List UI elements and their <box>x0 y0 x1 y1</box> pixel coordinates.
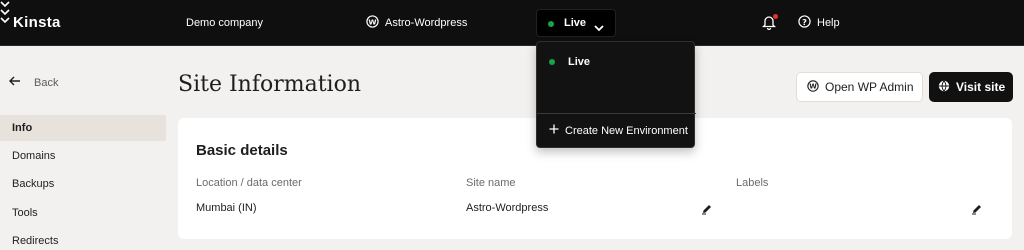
create-environment-label: Create New Environment <box>565 124 688 137</box>
chevron-down-icon <box>594 19 604 37</box>
sidebar-item-label: Backups <box>12 178 55 190</box>
sidebar-item-tools[interactable]: Tools <box>0 200 166 226</box>
sidebar-item-redirects[interactable]: Redirects <box>0 228 166 250</box>
back-label: Back <box>34 76 59 89</box>
environment-option-label: Live <box>568 56 591 68</box>
open-wp-admin-label: Open WP Admin <box>825 80 914 94</box>
svg-text:W: W <box>368 17 376 26</box>
environment-label: Live <box>564 17 587 29</box>
chevron-down-icon <box>0 0 1024 8</box>
site-label: Astro-Wordpress <box>385 17 468 29</box>
sidebar-item-label: Redirects <box>12 235 59 247</box>
edit-site-name-icon[interactable] <box>701 202 713 220</box>
edit-labels-icon[interactable] <box>971 202 983 220</box>
location-label: Location / data center <box>196 177 302 189</box>
company-selector[interactable]: Demo company <box>186 0 263 46</box>
sidebar-item-label: Info <box>12 122 33 134</box>
chevron-down-icon <box>0 16 1024 24</box>
plus-icon <box>549 124 559 137</box>
create-new-environment-button[interactable]: Create New Environment <box>549 124 688 137</box>
live-status-dot <box>549 59 555 65</box>
sidebar-item-backups[interactable]: Backups <box>0 171 166 197</box>
help-label: Help <box>817 17 840 29</box>
labels-label: Labels <box>736 177 769 189</box>
sidebar-item-info[interactable]: Info <box>0 115 166 141</box>
page-title: Site Information <box>178 72 361 97</box>
svg-text:W: W <box>809 82 817 90</box>
visit-site-label: Visit site <box>956 80 1006 94</box>
site-name-value: Astro-Wordpress <box>466 202 549 214</box>
company-label: Demo company <box>186 17 264 29</box>
dropdown-divider <box>537 113 696 114</box>
sidebar-item-label: Domains <box>12 150 56 162</box>
sidebar-item-domains[interactable]: Domains <box>0 143 166 169</box>
wordpress-icon: W <box>807 79 819 95</box>
sidebar-item-label: Tools <box>12 207 38 219</box>
wordpress-icon: W <box>366 15 379 31</box>
site-name-label: Site name <box>466 177 516 189</box>
notification-badge <box>773 14 778 19</box>
chevron-down-icon <box>0 8 1024 16</box>
location-value: Mumbai (IN) <box>196 202 257 214</box>
environment-selector[interactable]: Live <box>536 9 616 37</box>
svg-text:?: ? <box>802 17 807 27</box>
kinsta-logo[interactable]: Kinsta <box>13 14 61 31</box>
help-circle-icon: ? <box>798 15 811 31</box>
live-status-dot <box>548 21 554 27</box>
help-menu[interactable]: ? Help <box>798 0 840 46</box>
arrow-left-icon <box>9 76 21 89</box>
back-link[interactable]: Back <box>9 76 58 89</box>
top-navigation-bar: Kinsta Demo company W Astro-Wordpress Li… <box>0 0 1024 46</box>
card-title: Basic details <box>196 142 288 159</box>
site-selector[interactable]: W Astro-Wordpress <box>366 0 467 46</box>
environment-dropdown: Live Create New Environment <box>536 41 696 148</box>
visit-site-button[interactable]: Visit site <box>929 72 1013 102</box>
globe-icon <box>938 80 950 95</box>
open-wp-admin-button[interactable]: W Open WP Admin <box>796 72 923 102</box>
